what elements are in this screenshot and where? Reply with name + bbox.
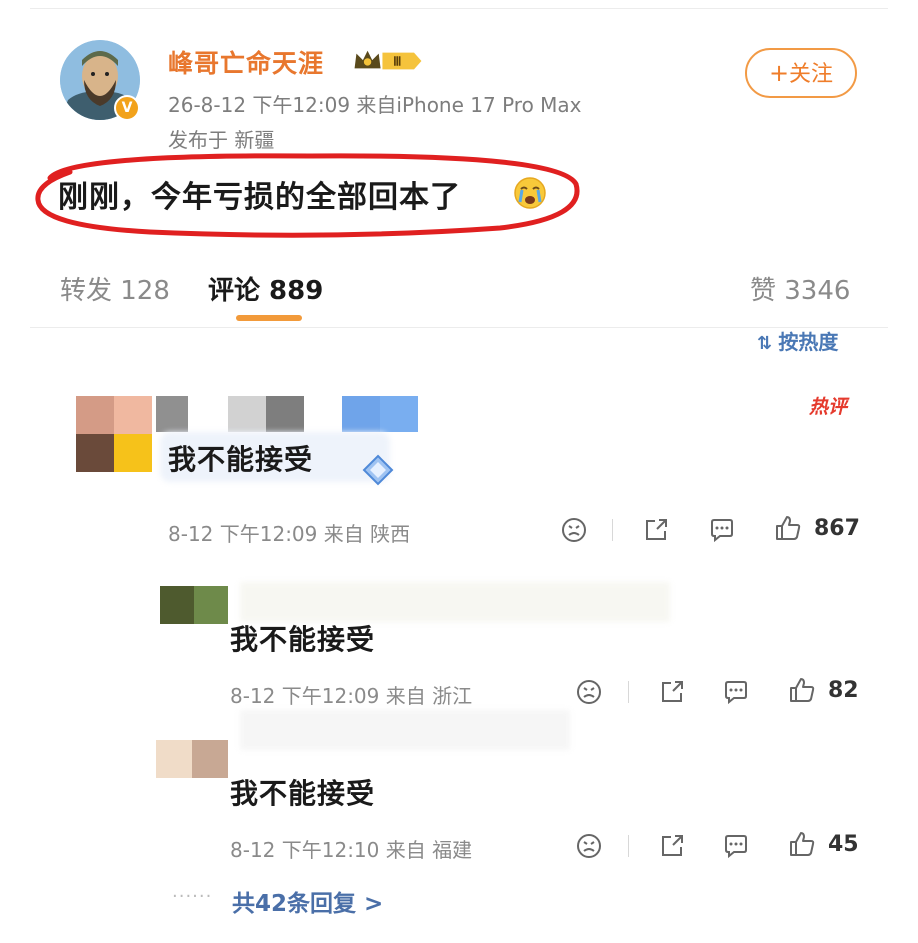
- reply-item: 我不能接受 8-12 下午12:10 来自 福建 45: [0, 710, 918, 880]
- reply-time: 8-12 下午12:10 来自 福建: [230, 838, 473, 862]
- separator: [612, 519, 613, 541]
- comment-icon[interactable]: [708, 516, 736, 544]
- like-thumb-icon[interactable]: [774, 514, 802, 542]
- reply-username-redacted[interactable]: [240, 710, 570, 750]
- like-thumb-icon[interactable]: [788, 676, 816, 704]
- dislike-face-icon[interactable]: [575, 832, 603, 860]
- reply-text: 我不能接受: [230, 777, 376, 810]
- dislike-face-icon[interactable]: [575, 678, 603, 706]
- reply-avatar-redacted[interactable]: [156, 740, 228, 778]
- share-icon[interactable]: [642, 516, 670, 544]
- comment-icon[interactable]: [722, 678, 750, 706]
- comment-avatar-redacted[interactable]: [76, 396, 152, 472]
- dislike-face-icon[interactable]: [560, 516, 588, 544]
- like-thumb-icon[interactable]: [788, 830, 816, 858]
- share-icon[interactable]: [658, 678, 686, 706]
- comment-text: 我不能接受: [168, 443, 314, 476]
- reply-avatar-redacted[interactable]: [160, 586, 228, 624]
- separator: [628, 681, 629, 703]
- reply-item: 我不能接受 8-12 下午12:09 来自 浙江 82: [0, 560, 918, 720]
- view-more-replies-link[interactable]: 共42条回复 >: [232, 884, 383, 918]
- comment-item: 我不能接受 8-12 下午12:09 来自 陕西 867: [0, 0, 918, 560]
- reply-time: 8-12 下午12:09 来自 浙江: [230, 684, 473, 708]
- dotted-leader: ······: [172, 886, 213, 907]
- share-icon[interactable]: [658, 832, 686, 860]
- like-count: 867: [814, 516, 860, 541]
- reply-username-redacted[interactable]: [240, 582, 670, 622]
- separator: [628, 835, 629, 857]
- comment-time: 8-12 下午12:09 来自 陕西: [168, 522, 411, 546]
- like-count: 45: [828, 832, 859, 857]
- like-count: 82: [828, 678, 859, 703]
- comment-icon[interactable]: [722, 832, 750, 860]
- diamond-badge-icon: [362, 454, 394, 486]
- reply-text: 我不能接受: [230, 623, 376, 656]
- comment-username-redacted[interactable]: [156, 396, 422, 432]
